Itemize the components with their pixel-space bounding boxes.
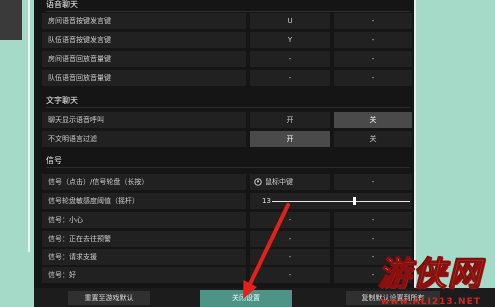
setting-label: 房间语音回放音量键 xyxy=(42,51,246,67)
binding-secondary[interactable]: - xyxy=(334,174,412,190)
binding-primary[interactable]: - xyxy=(250,267,330,283)
setting-label: 信号：请求支援 xyxy=(42,249,246,265)
binding-primary[interactable]: - xyxy=(250,212,330,228)
slider-track[interactable] xyxy=(272,201,410,202)
binding-secondary[interactable]: - xyxy=(334,231,412,247)
sidebar-panel xyxy=(0,0,22,40)
setting-label: 信号（点击）/信号轮盘（长按） xyxy=(42,174,246,190)
setting-row: 信号轮盘敏感度阈值（摇杆） 13 xyxy=(42,193,412,209)
binding-primary[interactable]: 鼠标中键 xyxy=(250,174,330,190)
settings-panel: 语音聊天 房间语音按键发言键 U - 队伍语音按键发言键 Y - 房间语音回放音… xyxy=(34,0,414,288)
watermark-logo: 游侠网 xyxy=(377,253,483,293)
setting-row: 信号（点击）/信号轮盘（长按） 鼠标中键 - xyxy=(42,174,412,190)
binding-primary[interactable]: - xyxy=(250,70,330,86)
setting-row: 聊天显示语音呼叫 开 关 xyxy=(42,112,412,128)
setting-row: 信号：好 - - xyxy=(42,267,412,283)
setting-row: 房间语音按键发言键 U - xyxy=(42,13,412,29)
setting-label: 聊天显示语音呼叫 xyxy=(42,112,246,128)
binding-secondary[interactable]: - xyxy=(334,70,412,86)
option-off[interactable]: 关 xyxy=(334,112,412,128)
binding-primary[interactable]: U xyxy=(250,13,330,29)
sensitivity-slider[interactable]: 13 xyxy=(250,193,412,209)
section-title-signals: 信号 xyxy=(46,155,410,168)
binding-primary[interactable]: - xyxy=(250,249,330,265)
setting-label: 信号：小心 xyxy=(42,212,246,228)
setting-row: 不文明语言过滤 开 关 xyxy=(42,131,412,147)
binding-secondary[interactable]: - xyxy=(334,212,412,228)
slider-handle[interactable] xyxy=(353,197,357,205)
setting-row: 信号：小心 - - xyxy=(42,212,412,228)
right-scrollbar[interactable] xyxy=(414,0,416,287)
binding-primary[interactable]: - xyxy=(250,51,330,67)
setting-row: 队伍语音按键发言键 Y - xyxy=(42,32,412,48)
section-title-voice-chat: 语音聊天 xyxy=(46,0,410,12)
binding-secondary[interactable]: - xyxy=(334,32,412,48)
binding-secondary[interactable]: - xyxy=(334,13,412,29)
option-off[interactable]: 关 xyxy=(334,131,412,147)
setting-row: 房间语音回放音量键 - - xyxy=(42,51,412,67)
section-title-text-chat: 文字聊天 xyxy=(46,95,410,108)
slider-value: 13 xyxy=(262,197,271,205)
setting-label: 信号：正在去往预警 xyxy=(42,231,246,247)
left-scrollbar[interactable] xyxy=(28,0,30,252)
mouse-icon xyxy=(254,178,262,186)
setting-label: 队伍语音回放音量键 xyxy=(42,70,246,86)
binding-primary[interactable]: Y xyxy=(250,32,330,48)
reset-defaults-button[interactable]: 重置至游戏默认 xyxy=(68,291,150,305)
setting-label: 不文明语言过滤 xyxy=(42,131,246,147)
binding-primary[interactable]: - xyxy=(250,231,330,247)
option-on[interactable]: 开 xyxy=(250,131,330,147)
setting-label: 信号轮盘敏感度阈值（摇杆） xyxy=(42,193,246,209)
close-settings-button[interactable]: 关闭设置 xyxy=(200,290,292,307)
binding-secondary[interactable]: - xyxy=(334,51,412,67)
setting-label: 房间语音按键发言键 xyxy=(42,13,246,29)
setting-row: 信号：正在去往预警 - - xyxy=(42,231,412,247)
setting-label: 信号：好 xyxy=(42,267,246,283)
option-on[interactable]: 开 xyxy=(250,112,330,128)
binding-primary-label: 鼠标中键 xyxy=(265,178,293,186)
setting-label: 队伍语音按键发言键 xyxy=(42,32,246,48)
watermark-url: www.ALI213.NET xyxy=(381,297,481,307)
setting-row: 队伍语音回放音量键 - - xyxy=(42,70,412,86)
setting-row: 信号：请求支援 - - xyxy=(42,249,412,265)
